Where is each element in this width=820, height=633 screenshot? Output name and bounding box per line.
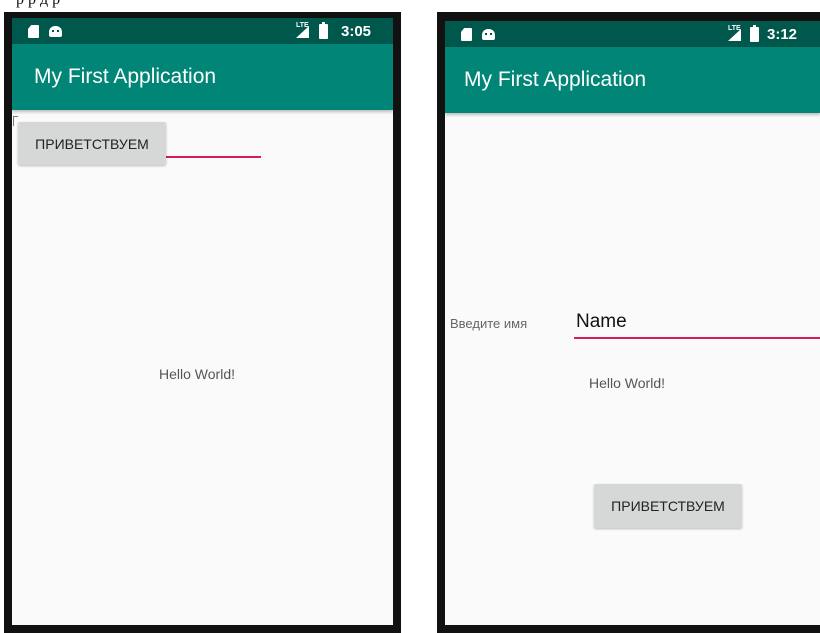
android-icon [49,26,62,37]
status-bar: LTE 3:12 [445,21,820,47]
signal-icon [296,26,309,38]
greet-button-label: ПРИВЕТСТВУЕМ [35,135,149,152]
app-bar: My First Application [12,44,393,110]
app-title: My First Application [464,68,647,91]
greet-button[interactable]: ПРИВЕТСТВУЕМ [18,122,166,165]
status-time: 3:05 [341,23,372,40]
app-bar: My First Application [445,47,820,113]
phone-frame-left: LTE 3:05 My First Application ПРИВЕТСТВУ… [4,12,401,633]
hello-text: Hello World! [159,366,235,382]
app-title: My First Application [34,65,217,88]
battery-icon [319,22,328,39]
top-cropped-caption: р р д р [0,0,820,12]
hello-text: Hello World! [589,375,665,391]
name-label: Введите имя [450,316,528,331]
sd-card-icon [28,25,39,38]
android-icon [482,29,495,40]
screen-right: LTE 3:12 My First Application Введите им… [445,21,820,625]
greet-button-label: ПРИВЕТСТВУЕМ [611,498,725,514]
battery-icon [750,25,759,42]
screen-left: LTE 3:05 My First Application ПРИВЕТСТВУ… [12,18,393,625]
name-field-underline [574,337,820,339]
status-bar: LTE 3:05 [12,18,393,44]
phone-frame-right: LTE 3:12 My First Application Введите им… [437,12,820,633]
caption-text: р р д р [16,0,60,9]
signal-icon [728,29,741,41]
status-time: 3:12 [767,26,798,43]
greet-button[interactable]: ПРИВЕТСТВУЕМ [594,484,742,528]
sd-card-icon [461,28,472,41]
name-input[interactable]: Name [576,311,627,333]
